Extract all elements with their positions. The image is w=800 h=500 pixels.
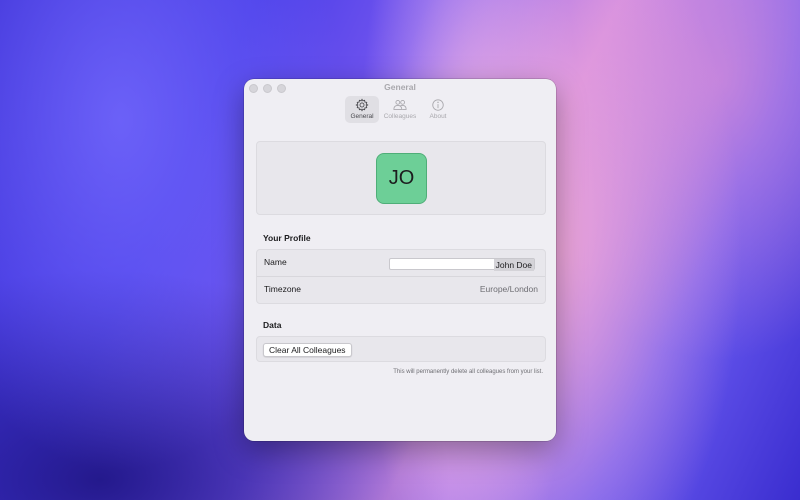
preferences-toolbar: General Colleagues About xyxy=(244,96,556,123)
avatar[interactable]: JO xyxy=(376,153,427,204)
data-section-title: Data xyxy=(263,320,282,330)
timezone-row: Timezone Europe/London xyxy=(257,276,545,303)
name-label: Name xyxy=(264,257,287,267)
clear-all-colleagues-button[interactable]: Clear All Colleagues xyxy=(263,343,352,357)
clear-hint-text: This will permanently delete all colleag… xyxy=(393,369,543,375)
tab-colleagues[interactable]: Colleagues xyxy=(383,96,417,123)
name-field[interactable]: John Doe xyxy=(389,258,535,271)
tab-general-label: General xyxy=(350,113,374,120)
info-icon xyxy=(432,99,444,111)
name-row: Name John Doe xyxy=(257,250,545,276)
timezone-label: Timezone xyxy=(264,284,302,294)
tab-about-label: About xyxy=(429,113,447,120)
profile-group: Name John Doe Timezone Europe/London xyxy=(256,249,546,304)
people-icon xyxy=(393,100,407,110)
tab-general[interactable]: General xyxy=(345,96,379,123)
gear-icon xyxy=(355,98,369,112)
tab-about[interactable]: About xyxy=(421,96,455,123)
tab-colleagues-label: Colleagues xyxy=(383,113,417,120)
timezone-value: Europe/London xyxy=(479,284,538,294)
profile-section-title: Your Profile xyxy=(263,233,311,243)
window-title: General xyxy=(384,82,416,92)
name-field-value: John Doe xyxy=(493,259,534,271)
title-bar: General xyxy=(244,79,556,95)
settings-window: General General Colleagues About JO Your… xyxy=(244,79,556,441)
data-group: Clear All Colleagues xyxy=(256,336,546,362)
avatar-panel: JO xyxy=(256,141,546,215)
